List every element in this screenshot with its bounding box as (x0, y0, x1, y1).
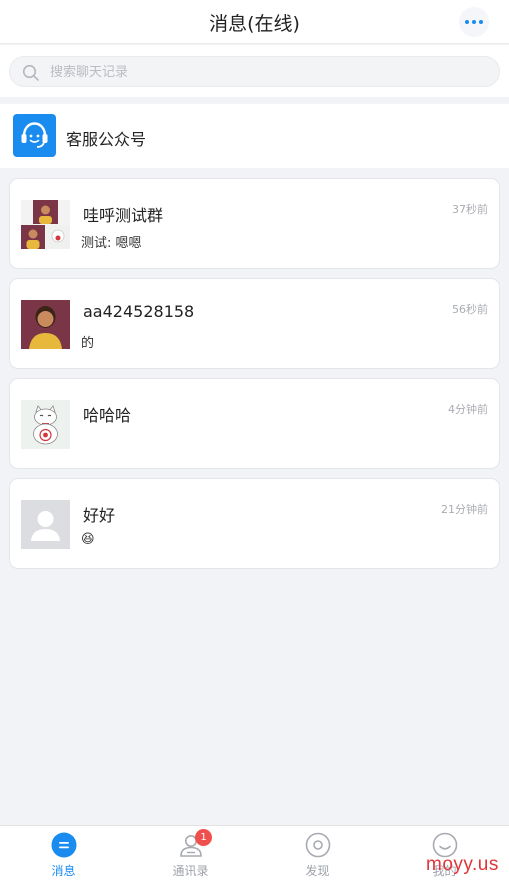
conversation-time: 37秒前 (452, 203, 488, 216)
search-icon (22, 64, 39, 81)
unread-badge: 1 (195, 829, 212, 846)
tab-label: 发现 (305, 864, 330, 878)
conversation-name: 哈哈哈 (83, 406, 132, 425)
conversation-item[interactable]: aa424528158 的 56秒前 (9, 278, 500, 369)
search-area (0, 45, 509, 97)
service-account-row[interactable]: 客服公众号 (0, 104, 509, 168)
tab-discover[interactable]: 发现 (254, 826, 381, 880)
customer-service-icon (13, 114, 56, 157)
watermark: moyy.us (426, 854, 499, 875)
tab-messages[interactable]: 消息 (0, 826, 127, 880)
group-avatar (21, 200, 70, 249)
conversation-preview: 😆 (81, 532, 95, 547)
service-account-label: 客服公众号 (66, 130, 147, 149)
lucky-cat-avatar (21, 400, 70, 449)
page-title: 消息(在线) (209, 13, 300, 35)
conversation-name: 哇呼测试群 (83, 206, 164, 225)
conversation-time: 21分钟前 (441, 503, 488, 516)
user-avatar (21, 300, 70, 349)
tab-contacts[interactable]: 通讯录 (127, 826, 254, 880)
conversation-item[interactable]: 好好 😆 21分钟前 (9, 478, 500, 569)
discover-icon (305, 832, 330, 858)
header-bar: 消息(在线) (0, 0, 509, 44)
conversation-preview: 测试: 嗯嗯 (81, 236, 142, 251)
conversation-time: 56秒前 (452, 303, 488, 316)
conversation-item[interactable]: 哈哈哈 4分钟前 (9, 378, 500, 469)
tab-label: 消息 (51, 864, 76, 878)
default-avatar (21, 500, 70, 549)
message-icon (51, 832, 76, 858)
conversation-preview: 的 (81, 336, 95, 351)
conversation-time: 4分钟前 (448, 403, 488, 416)
tab-label: 通讯录 (172, 864, 209, 878)
conversation-name: 好好 (83, 506, 116, 525)
conversation-name: aa424528158 (83, 302, 195, 321)
more-dots-icon[interactable] (459, 7, 489, 37)
search-box[interactable] (9, 56, 500, 87)
conversation-item[interactable]: 哇呼测试群 测试: 嗯嗯 37秒前 (9, 178, 500, 269)
search-input[interactable] (50, 61, 480, 83)
